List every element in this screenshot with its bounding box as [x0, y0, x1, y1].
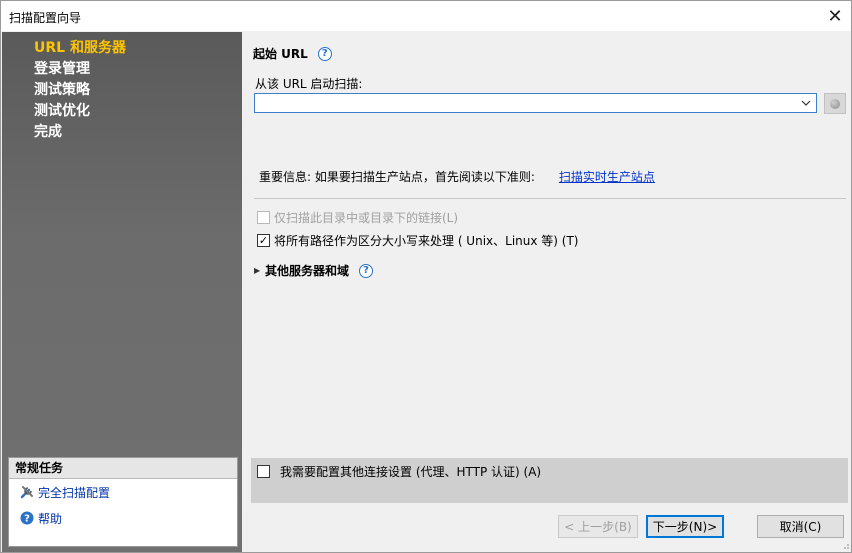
scan-directory-only-checkbox[interactable] [257, 211, 270, 224]
step-test-policy[interactable]: 测试策略 [34, 80, 126, 101]
full-scan-config-link[interactable]: 完全扫描配置 [9, 479, 237, 505]
case-sensitive-paths-checkbox[interactable]: ✓ [257, 234, 270, 247]
case-sensitive-paths-option[interactable]: ✓ 将所有路径作为区分大小写来处理 ( Unix、Linux 等) (T) [257, 232, 578, 249]
important-info: 重要信息: 如果要扫描生产站点，首先阅读以下准则: 扫描实时生产站点 [259, 168, 655, 185]
svg-text:?: ? [24, 514, 30, 525]
important-info-text: 重要信息: 如果要扫描生产站点，首先阅读以下准则: [259, 170, 535, 184]
next-button[interactable]: 下一步(N)> [646, 515, 724, 538]
start-url-help-icon[interactable]: ? [317, 46, 332, 61]
start-url-heading: 起始 URL [253, 47, 308, 61]
help-label: 帮助 [38, 511, 63, 526]
chevron-down-icon[interactable] [799, 96, 813, 110]
help-link[interactable]: ? 帮助 [9, 505, 237, 531]
scan-directory-only-option[interactable]: 仅扫描此目录中或目录下的链接(L) [257, 209, 458, 226]
section-title: 起始 URL ? [253, 45, 332, 62]
connection-settings-checkbox[interactable] [257, 465, 270, 478]
wizard-main-panel: 起始 URL ? 从该 URL 启动扫描: 重要信息: 如果要扫描生产站点，首先… [242, 32, 852, 552]
resize-grip-icon[interactable] [840, 540, 850, 550]
divider [254, 198, 846, 199]
step-test-optimization[interactable]: 测试优化 [34, 101, 126, 122]
connection-settings-label: 我需要配置其他连接设置 (代理、HTTP 认证) (A) [280, 465, 542, 479]
wizard-sidebar: URL 和服务器 登录管理 测试策略 测试优化 完成 常规任务 完全扫描配置 ?… [2, 32, 242, 552]
back-button[interactable]: < 上一步(B) [558, 515, 638, 538]
other-servers-label: 其他服务器和域 [265, 264, 350, 278]
other-servers-help-icon[interactable]: ? [359, 263, 374, 278]
start-url-input[interactable] [255, 94, 795, 112]
step-login-management[interactable]: 登录管理 [34, 59, 126, 80]
tools-icon [19, 484, 35, 500]
cancel-button[interactable]: 取消(C) [757, 515, 844, 538]
connection-settings-panel: 我需要配置其他连接设置 (代理、HTTP 认证) (A) [251, 458, 848, 503]
common-tasks-panel: 常规任务 完全扫描配置 ? 帮助 [8, 457, 238, 547]
window-title: 扫描配置向导 [9, 11, 82, 25]
record-icon [830, 98, 840, 109]
url-label: 从该 URL 启动扫描: [255, 77, 363, 91]
scan-directory-only-label: 仅扫描此目录中或目录下的链接(L) [274, 211, 459, 225]
connection-settings-option[interactable]: 我需要配置其他连接设置 (代理、HTTP 认证) (A) [257, 463, 541, 480]
other-servers-expander[interactable]: ▶ 其他服务器和域 ? [254, 262, 374, 279]
scan-config-wizard-window: 扫描配置向导 ✕ URL 和服务器 登录管理 测试策略 测试优化 完成 常规任务… [0, 0, 852, 553]
full-scan-config-label: 完全扫描配置 [38, 485, 111, 500]
scan-live-production-link[interactable]: 扫描实时生产站点 [559, 168, 655, 185]
help-icon: ? [19, 510, 35, 526]
wizard-steps: URL 和服务器 登录管理 测试策略 测试优化 完成 [34, 38, 126, 143]
common-tasks-header: 常规任务 [9, 458, 237, 479]
step-url-and-servers[interactable]: URL 和服务器 [34, 38, 126, 59]
start-url-go-button[interactable] [824, 93, 846, 114]
title-bar: 扫描配置向导 ✕ [1, 1, 851, 31]
triangle-right-icon: ▶ [254, 266, 261, 275]
close-icon[interactable]: ✕ [823, 4, 847, 28]
case-sensitive-paths-label: 将所有路径作为区分大小写来处理 ( Unix、Linux 等) (T) [274, 234, 579, 248]
start-url-combobox[interactable] [254, 93, 817, 113]
step-finish[interactable]: 完成 [34, 122, 126, 143]
